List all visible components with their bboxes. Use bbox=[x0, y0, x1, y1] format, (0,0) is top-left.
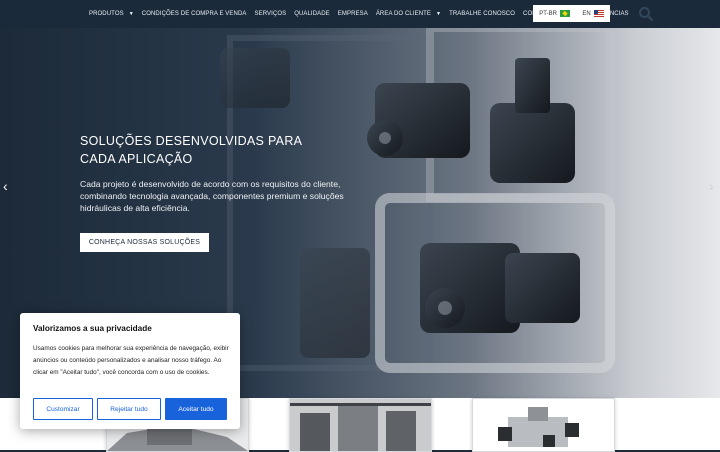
hero-description: Cada projeto é desenvolvido de acordo co… bbox=[80, 179, 344, 213]
customize-button[interactable]: Customizar bbox=[33, 398, 93, 420]
nav-item-area-do-cliente[interactable]: ÁREA DO CLIENTE ▼ bbox=[376, 11, 441, 17]
top-navigation: PRODUTOS ▼ CONDIÇÕES DE COMPRA E VENDA S… bbox=[0, 0, 720, 28]
product-card[interactable] bbox=[472, 398, 615, 452]
caret-down-icon: ▼ bbox=[128, 11, 134, 17]
nav-item-condicoes[interactable]: CONDIÇÕES DE COMPRA E VENDA bbox=[142, 11, 247, 17]
nav-item-label: PRODUTOS bbox=[89, 11, 124, 17]
product-card[interactable] bbox=[289, 398, 432, 452]
brazil-flag-icon bbox=[559, 10, 570, 17]
usa-flag-icon bbox=[593, 10, 604, 17]
nav-item-label: SERVIÇOS bbox=[254, 11, 287, 17]
nav-item-label: TRABALHE CONOSCO bbox=[449, 11, 516, 17]
cookie-consent-dialog: Valorizamos a sua privacidade Usamos coo… bbox=[20, 313, 240, 429]
cookie-description: Usamos cookies para melhorar sua experiê… bbox=[33, 345, 229, 376]
nav-item-label: ÁREA DO CLIENTE bbox=[375, 11, 431, 17]
nav-item-qualidade[interactable]: QUALIDADE bbox=[294, 11, 330, 17]
reject-all-button[interactable]: Rejeitar tudo bbox=[97, 398, 161, 420]
language-option-pt-br[interactable]: PT-BR bbox=[539, 10, 570, 17]
language-option-en[interactable]: EN bbox=[582, 10, 604, 17]
solutions-cta-button[interactable]: CONHEÇA NOSSAS SOLUÇÕES bbox=[80, 233, 209, 252]
nav-item-label: QUALIDADE bbox=[294, 11, 330, 17]
product-image bbox=[290, 399, 431, 451]
nav-item-empresa[interactable]: EMPRESA bbox=[338, 11, 368, 17]
product-image bbox=[473, 399, 614, 451]
nav-item-servicos[interactable]: SERVIÇOS bbox=[254, 11, 286, 17]
search-icon[interactable] bbox=[638, 6, 654, 22]
nav-item-trabalhe-conosco[interactable]: TRABALHE CONOSCO bbox=[449, 11, 515, 17]
caret-down-icon: ▼ bbox=[436, 11, 442, 17]
language-code: EN bbox=[582, 10, 591, 17]
chevron-left-icon[interactable]: ‹ bbox=[3, 178, 8, 194]
language-switcher: PT-BR EN bbox=[533, 5, 610, 22]
chevron-right-icon[interactable]: › bbox=[709, 178, 714, 194]
cookie-title: Valorizamos a sua privacidade bbox=[33, 324, 152, 333]
nav-item-label: EMPRESA bbox=[337, 11, 368, 17]
nav-item-label: CONDIÇÕES DE COMPRA E VENDA bbox=[141, 11, 247, 17]
language-code: PT-BR bbox=[539, 10, 557, 17]
accept-all-button[interactable]: Aceitar tudo bbox=[165, 398, 227, 420]
nav-item-produtos[interactable]: PRODUTOS ▼ bbox=[89, 11, 134, 17]
hero-title: SOLUÇÕES DESENVOLVIDAS PARA CADA APLICAÇ… bbox=[80, 134, 302, 166]
